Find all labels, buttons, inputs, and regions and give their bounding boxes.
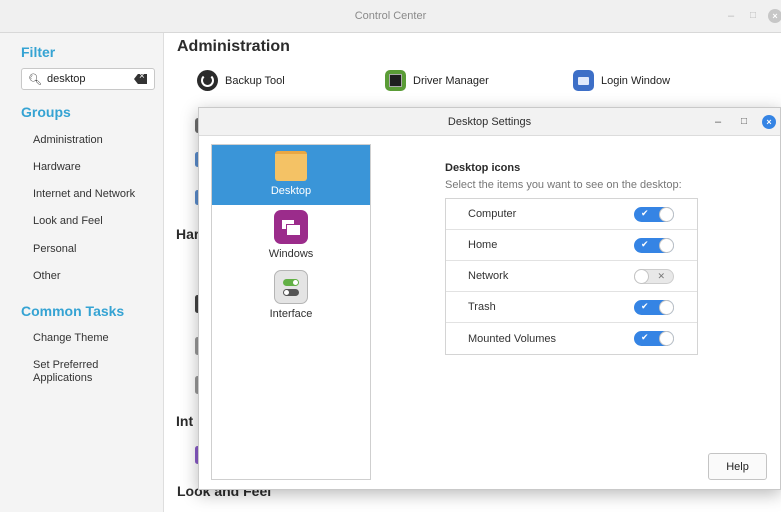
- clear-search-icon[interactable]: [134, 74, 147, 84]
- minimize-icon[interactable]: –: [711, 115, 725, 129]
- option-row-home: Home ✔: [446, 230, 697, 261]
- nav-label: Interface: [269, 308, 313, 320]
- trash-toggle[interactable]: ✔: [634, 300, 674, 315]
- home-toggle[interactable]: ✔: [634, 238, 674, 253]
- nav-interface[interactable]: Interface: [212, 270, 370, 325]
- driver-manager-launcher[interactable]: Driver Manager: [385, 70, 489, 91]
- sidebar-item-internet-and-network[interactable]: Internet and Network: [33, 188, 135, 201]
- cross-icon: ✕: [657, 271, 665, 281]
- option-label: Home: [468, 239, 498, 251]
- check-icon: ✔: [641, 332, 649, 342]
- interface-icon: [274, 270, 308, 304]
- window-title: Control Center: [354, 10, 427, 22]
- app-label: Driver Manager: [413, 74, 489, 87]
- app-label: Login Window: [601, 74, 671, 87]
- internet-title: Int: [176, 413, 194, 429]
- task-change-theme[interactable]: Change Theme: [33, 332, 109, 345]
- computer-toggle[interactable]: ✔: [634, 207, 674, 222]
- check-icon: ✔: [641, 208, 649, 218]
- nav-label: Windows: [268, 248, 314, 260]
- option-row-computer: Computer ✔: [446, 199, 697, 230]
- option-label: Trash: [468, 301, 496, 313]
- option-label: Network: [468, 270, 509, 282]
- desktop-settings-dialog: Desktop Settings – □ × Desktop Windows I…: [198, 107, 781, 490]
- app-label: Backup Tool: [225, 74, 285, 87]
- maximize-icon[interactable]: □: [746, 9, 760, 23]
- search-icon: 🔍︎: [28, 73, 42, 86]
- mounted-volumes-toggle[interactable]: ✔: [634, 331, 674, 346]
- help-button[interactable]: Help: [708, 453, 767, 480]
- search-value[interactable]: desktop: [47, 73, 134, 85]
- option-row-trash: Trash ✔: [446, 292, 697, 323]
- close-icon[interactable]: ×: [762, 115, 776, 129]
- dialog-titlebar: Desktop Settings – □ ×: [199, 108, 780, 136]
- backup-icon: [197, 70, 218, 91]
- backup-tool-launcher[interactable]: Backup Tool: [197, 70, 285, 91]
- filter-heading: Filter: [21, 44, 56, 60]
- login-icon: [573, 70, 594, 91]
- section-title: Desktop icons: [445, 162, 521, 174]
- login-window-launcher[interactable]: Login Window: [573, 70, 670, 91]
- section-subtitle: Select the items you want to see on the …: [445, 179, 682, 191]
- sidebar-item-personal[interactable]: Personal: [33, 243, 76, 256]
- option-row-mounted-volumes: Mounted Volumes ✔: [446, 323, 697, 354]
- task-set-preferred-applications[interactable]: Set Preferred Applications: [33, 359, 143, 385]
- search-input[interactable]: 🔍︎ desktop: [21, 68, 155, 90]
- check-icon: ✔: [641, 301, 649, 311]
- sidebar-item-administration[interactable]: Administration: [33, 134, 103, 147]
- nav-label: Desktop: [270, 185, 312, 197]
- option-row-network: Network ✕: [446, 261, 697, 292]
- sidebar: Filter 🔍︎ desktop Groups Administration …: [0, 33, 164, 512]
- nav-windows[interactable]: Windows: [212, 210, 370, 265]
- driver-icon: [385, 70, 406, 91]
- common-tasks-heading: Common Tasks: [21, 303, 125, 319]
- sidebar-item-hardware[interactable]: Hardware: [33, 161, 81, 174]
- option-label: Computer: [468, 208, 517, 220]
- control-center-titlebar: Control Center – □ ×: [0, 0, 781, 33]
- dialog-title: Desktop Settings: [447, 115, 532, 128]
- desktop-icon: [275, 151, 307, 181]
- close-icon[interactable]: ×: [768, 9, 781, 23]
- check-icon: ✔: [641, 239, 649, 249]
- nav-desktop[interactable]: Desktop: [212, 145, 370, 205]
- hardware-title: Har: [176, 226, 200, 242]
- option-label: Mounted Volumes: [468, 332, 557, 345]
- minimize-icon[interactable]: –: [724, 9, 738, 23]
- network-toggle[interactable]: ✕: [634, 269, 674, 284]
- administration-title: Administration: [177, 38, 290, 55]
- dialog-sidebar: Desktop Windows Interface: [211, 144, 371, 480]
- windows-icon: [274, 210, 308, 244]
- sidebar-item-other[interactable]: Other: [33, 270, 61, 283]
- groups-heading: Groups: [21, 104, 71, 120]
- desktop-icons-list: Computer ✔ Home ✔ Network ✕ Trash ✔ Moun…: [445, 198, 698, 355]
- sidebar-item-look-and-feel[interactable]: Look and Feel: [33, 215, 103, 228]
- maximize-icon[interactable]: □: [737, 115, 751, 129]
